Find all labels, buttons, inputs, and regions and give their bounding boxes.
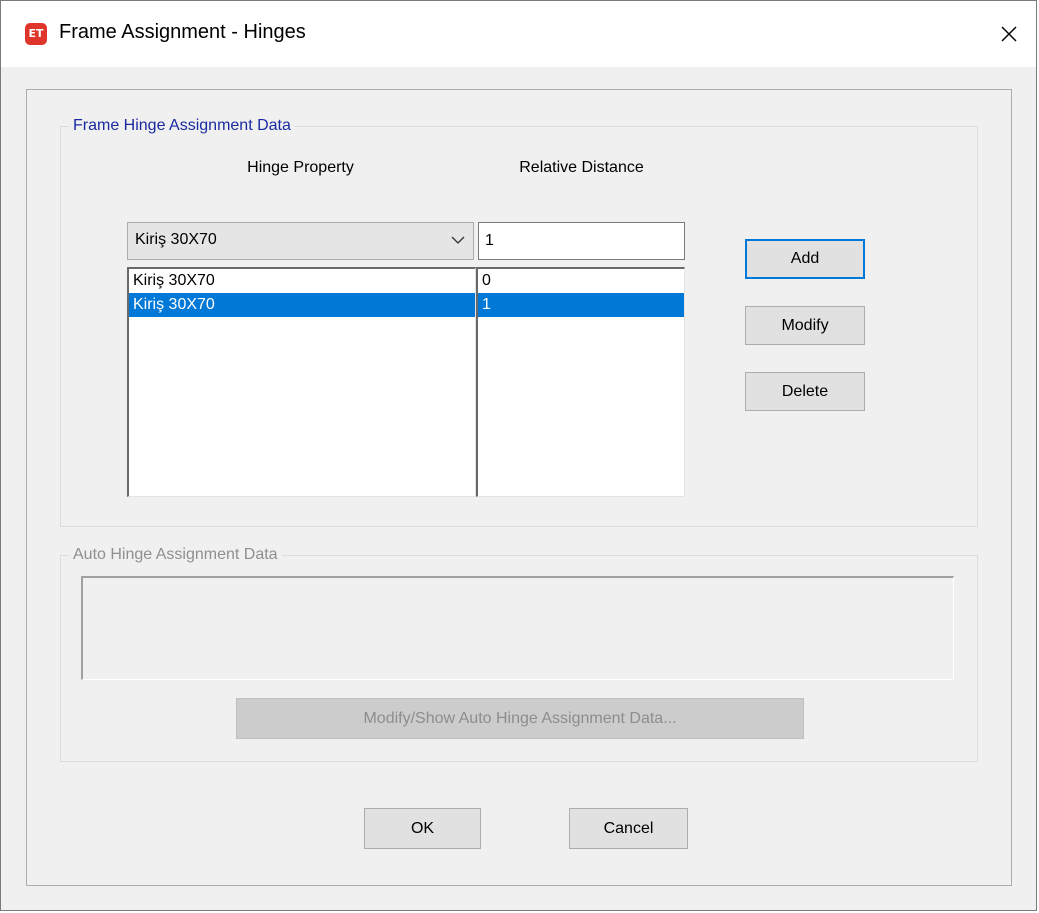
relative-distance-input[interactable] (478, 222, 685, 260)
list-item-selected[interactable]: Kiriş 30X70 (129, 293, 475, 317)
modify-button[interactable]: Modify (745, 306, 865, 345)
close-button[interactable] (986, 11, 1032, 57)
auto-hinge-data-panel (81, 576, 954, 680)
hinge-property-dropdown[interactable]: Kiriş 30X70 (127, 222, 474, 260)
cancel-button[interactable]: Cancel (569, 808, 688, 849)
title-bar[interactable]: ET Frame Assignment - Hinges (1, 1, 1036, 67)
dialog-window: ET Frame Assignment - Hinges Frame Hinge… (0, 0, 1037, 911)
list-item-selected[interactable]: 1 (478, 293, 684, 317)
modify-show-auto-hinge-button[interactable]: Modify/Show Auto Hinge Assignment Data..… (236, 698, 804, 739)
close-icon (1001, 26, 1017, 42)
hinge-property-list[interactable]: Kiriş 30X70 Kiriş 30X70 (127, 267, 476, 497)
ok-button[interactable]: OK (364, 808, 481, 849)
list-item[interactable]: Kiriş 30X70 (129, 269, 475, 293)
list-item[interactable]: 0 (478, 269, 684, 293)
chevron-down-icon (451, 236, 465, 244)
auto-hinge-assignment-legend: Auto Hinge Assignment Data (69, 546, 282, 564)
dialog-body: Frame Hinge Assignment Data Hinge Proper… (26, 89, 1012, 886)
add-button[interactable]: Add (745, 239, 865, 279)
relative-distance-list[interactable]: 0 1 (476, 267, 685, 497)
relative-distance-cell: 0 (482, 272, 491, 289)
hinge-property-header: Hinge Property (247, 159, 354, 176)
frame-hinge-assignment-legend: Frame Hinge Assignment Data (69, 117, 295, 135)
window-title: Frame Assignment - Hinges (59, 21, 306, 43)
delete-button[interactable]: Delete (745, 372, 865, 411)
frame-hinge-assignment-group: Frame Hinge Assignment Data Hinge Proper… (60, 117, 978, 527)
etabs-app-icon: ET (25, 23, 47, 45)
hinge-property-selected-value: Kiriş 30X70 (135, 231, 217, 248)
relative-distance-cell: 1 (482, 296, 491, 313)
hinge-property-cell: Kiriş 30X70 (133, 272, 215, 289)
hinge-property-cell: Kiriş 30X70 (133, 296, 215, 313)
relative-distance-header: Relative Distance (519, 159, 644, 176)
